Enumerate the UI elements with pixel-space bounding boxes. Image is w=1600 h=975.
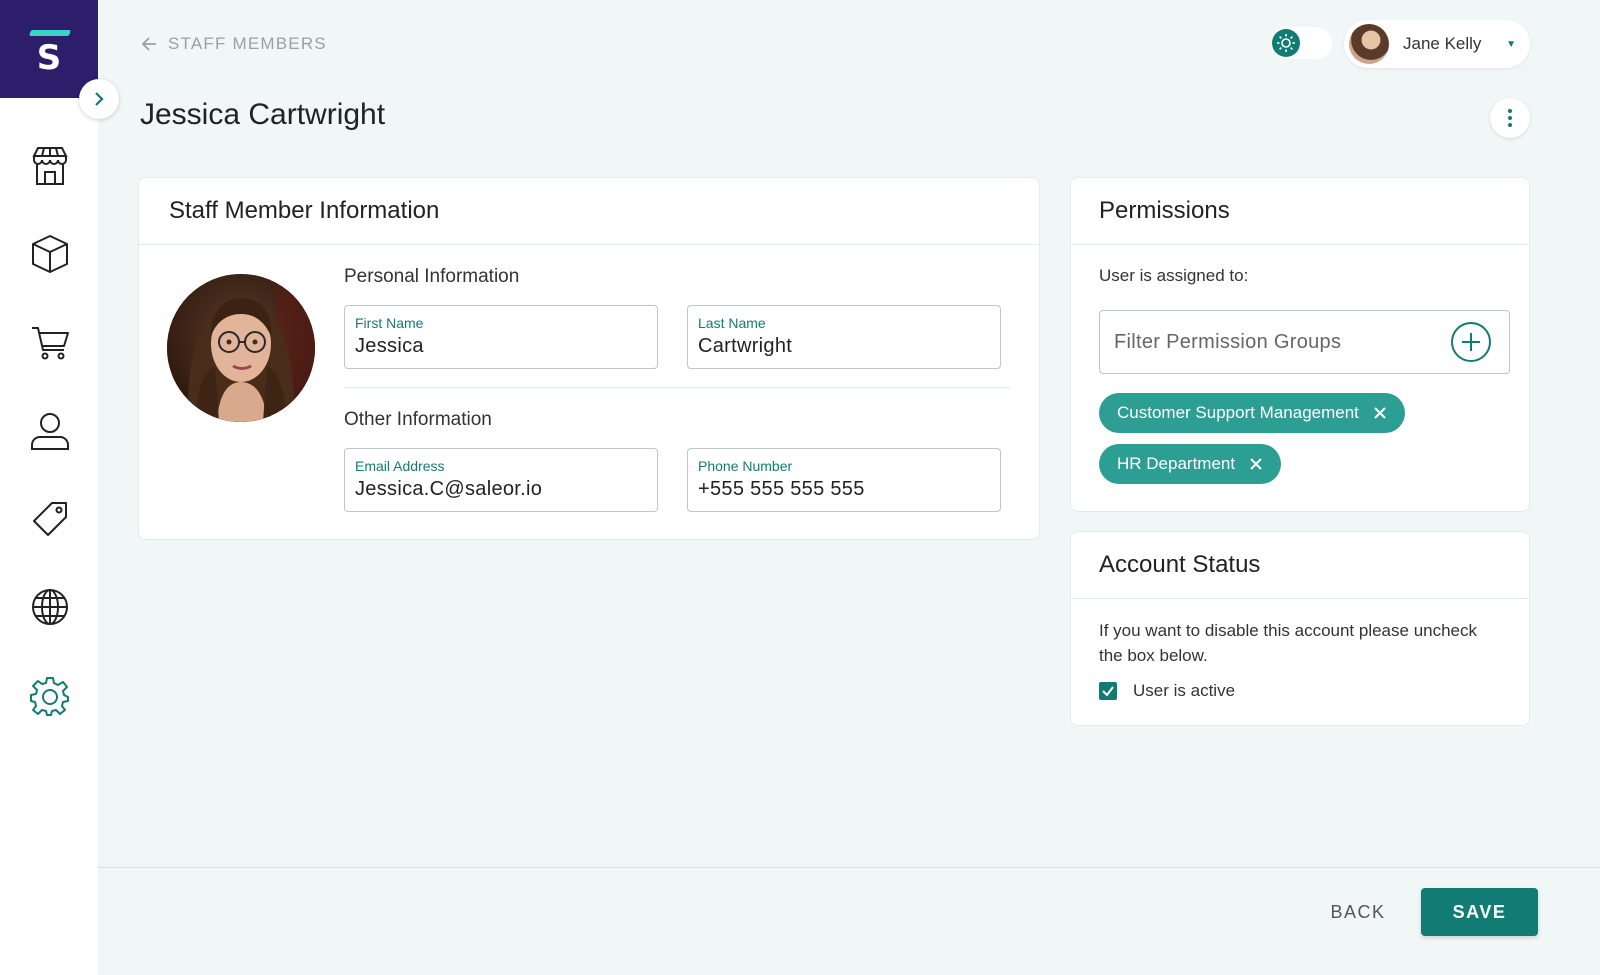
- plus-icon: [1462, 333, 1480, 351]
- permissions-card: Permissions User is assigned to: Custome…: [1070, 177, 1530, 512]
- dot: [1508, 109, 1512, 113]
- last-name-label: Last Name: [698, 315, 766, 331]
- phone-input[interactable]: [698, 478, 990, 501]
- first-name-input[interactable]: [355, 335, 647, 358]
- close-icon[interactable]: [1373, 406, 1387, 420]
- close-icon[interactable]: [1249, 457, 1263, 471]
- sidebar: S: [0, 0, 98, 975]
- logo-accent-bar: [28, 30, 72, 36]
- card-title: Permissions: [1071, 178, 1529, 245]
- email-label: Email Address: [355, 458, 445, 474]
- add-group-button[interactable]: [1451, 322, 1491, 362]
- dot: [1508, 123, 1512, 127]
- logo-letter: S: [36, 38, 62, 78]
- card-title: Staff Member Information: [139, 178, 1039, 245]
- page-title: Jessica Cartwright: [140, 98, 386, 131]
- permission-chip: HR Department: [1099, 444, 1282, 484]
- email-input[interactable]: [355, 478, 647, 501]
- phone-label: Phone Number: [698, 458, 793, 474]
- card-title: Account Status: [1071, 532, 1529, 599]
- staff-info-card: Staff Member Information Personal Inform…: [138, 177, 1040, 540]
- other-info-label: Other Information: [344, 409, 492, 430]
- footer: BACK SAVE: [98, 867, 1600, 975]
- box-icon[interactable]: [24, 228, 76, 280]
- globe-icon[interactable]: [24, 581, 76, 633]
- more-options-button[interactable]: [1490, 98, 1530, 138]
- filter-permission-groups-input[interactable]: [1114, 330, 1451, 354]
- account-status-card: Account Status If you want to disable th…: [1070, 531, 1530, 726]
- last-name-input[interactable]: [698, 335, 990, 358]
- logo[interactable]: S: [0, 0, 98, 98]
- tag-icon[interactable]: [24, 493, 76, 545]
- chevron-right-icon: [95, 92, 104, 106]
- check-icon: [1102, 686, 1114, 697]
- user-icon[interactable]: [24, 405, 76, 457]
- phone-field[interactable]: Phone Number: [687, 448, 1001, 512]
- divider: [344, 387, 1011, 388]
- breadcrumb[interactable]: STAFF MEMBERS: [140, 32, 327, 56]
- avatar: [1349, 24, 1389, 64]
- staff-photo: [167, 274, 315, 422]
- back-button[interactable]: BACK: [1308, 888, 1408, 936]
- first-name-label: First Name: [355, 315, 424, 331]
- user-active-row: User is active: [1099, 681, 1235, 701]
- breadcrumb-label: STAFF MEMBERS: [168, 34, 327, 53]
- sidebar-expand-button[interactable]: [79, 79, 119, 119]
- theme-toggle[interactable]: [1272, 27, 1332, 59]
- chip-label: HR Department: [1117, 454, 1236, 473]
- account-status-description: If you want to disable this account plea…: [1099, 621, 1478, 665]
- email-field[interactable]: Email Address: [344, 448, 658, 512]
- user-active-checkbox[interactable]: [1099, 682, 1117, 700]
- user-active-label: User is active: [1133, 681, 1236, 700]
- filter-permission-groups-field[interactable]: [1099, 310, 1510, 374]
- caret-down-icon: ▼: [1506, 38, 1516, 50]
- personal-info-label: Personal Information: [344, 266, 520, 287]
- save-button[interactable]: SAVE: [1421, 888, 1538, 936]
- last-name-field[interactable]: Last Name: [687, 305, 1001, 369]
- permission-chip: Customer Support Management: [1099, 393, 1405, 433]
- user-menu[interactable]: Jane Kelly ▼: [1344, 20, 1530, 68]
- arrow-left-icon: [141, 37, 156, 51]
- sun-icon: [1272, 29, 1300, 57]
- assigned-label: User is assigned to:: [1099, 266, 1249, 285]
- dot: [1508, 116, 1512, 120]
- gear-icon[interactable]: [24, 670, 76, 722]
- first-name-field[interactable]: First Name: [344, 305, 658, 369]
- user-name: Jane Kelly: [1403, 34, 1482, 53]
- store-icon[interactable]: [24, 140, 76, 192]
- chip-label: Customer Support Management: [1117, 403, 1359, 422]
- cart-icon[interactable]: [24, 316, 76, 368]
